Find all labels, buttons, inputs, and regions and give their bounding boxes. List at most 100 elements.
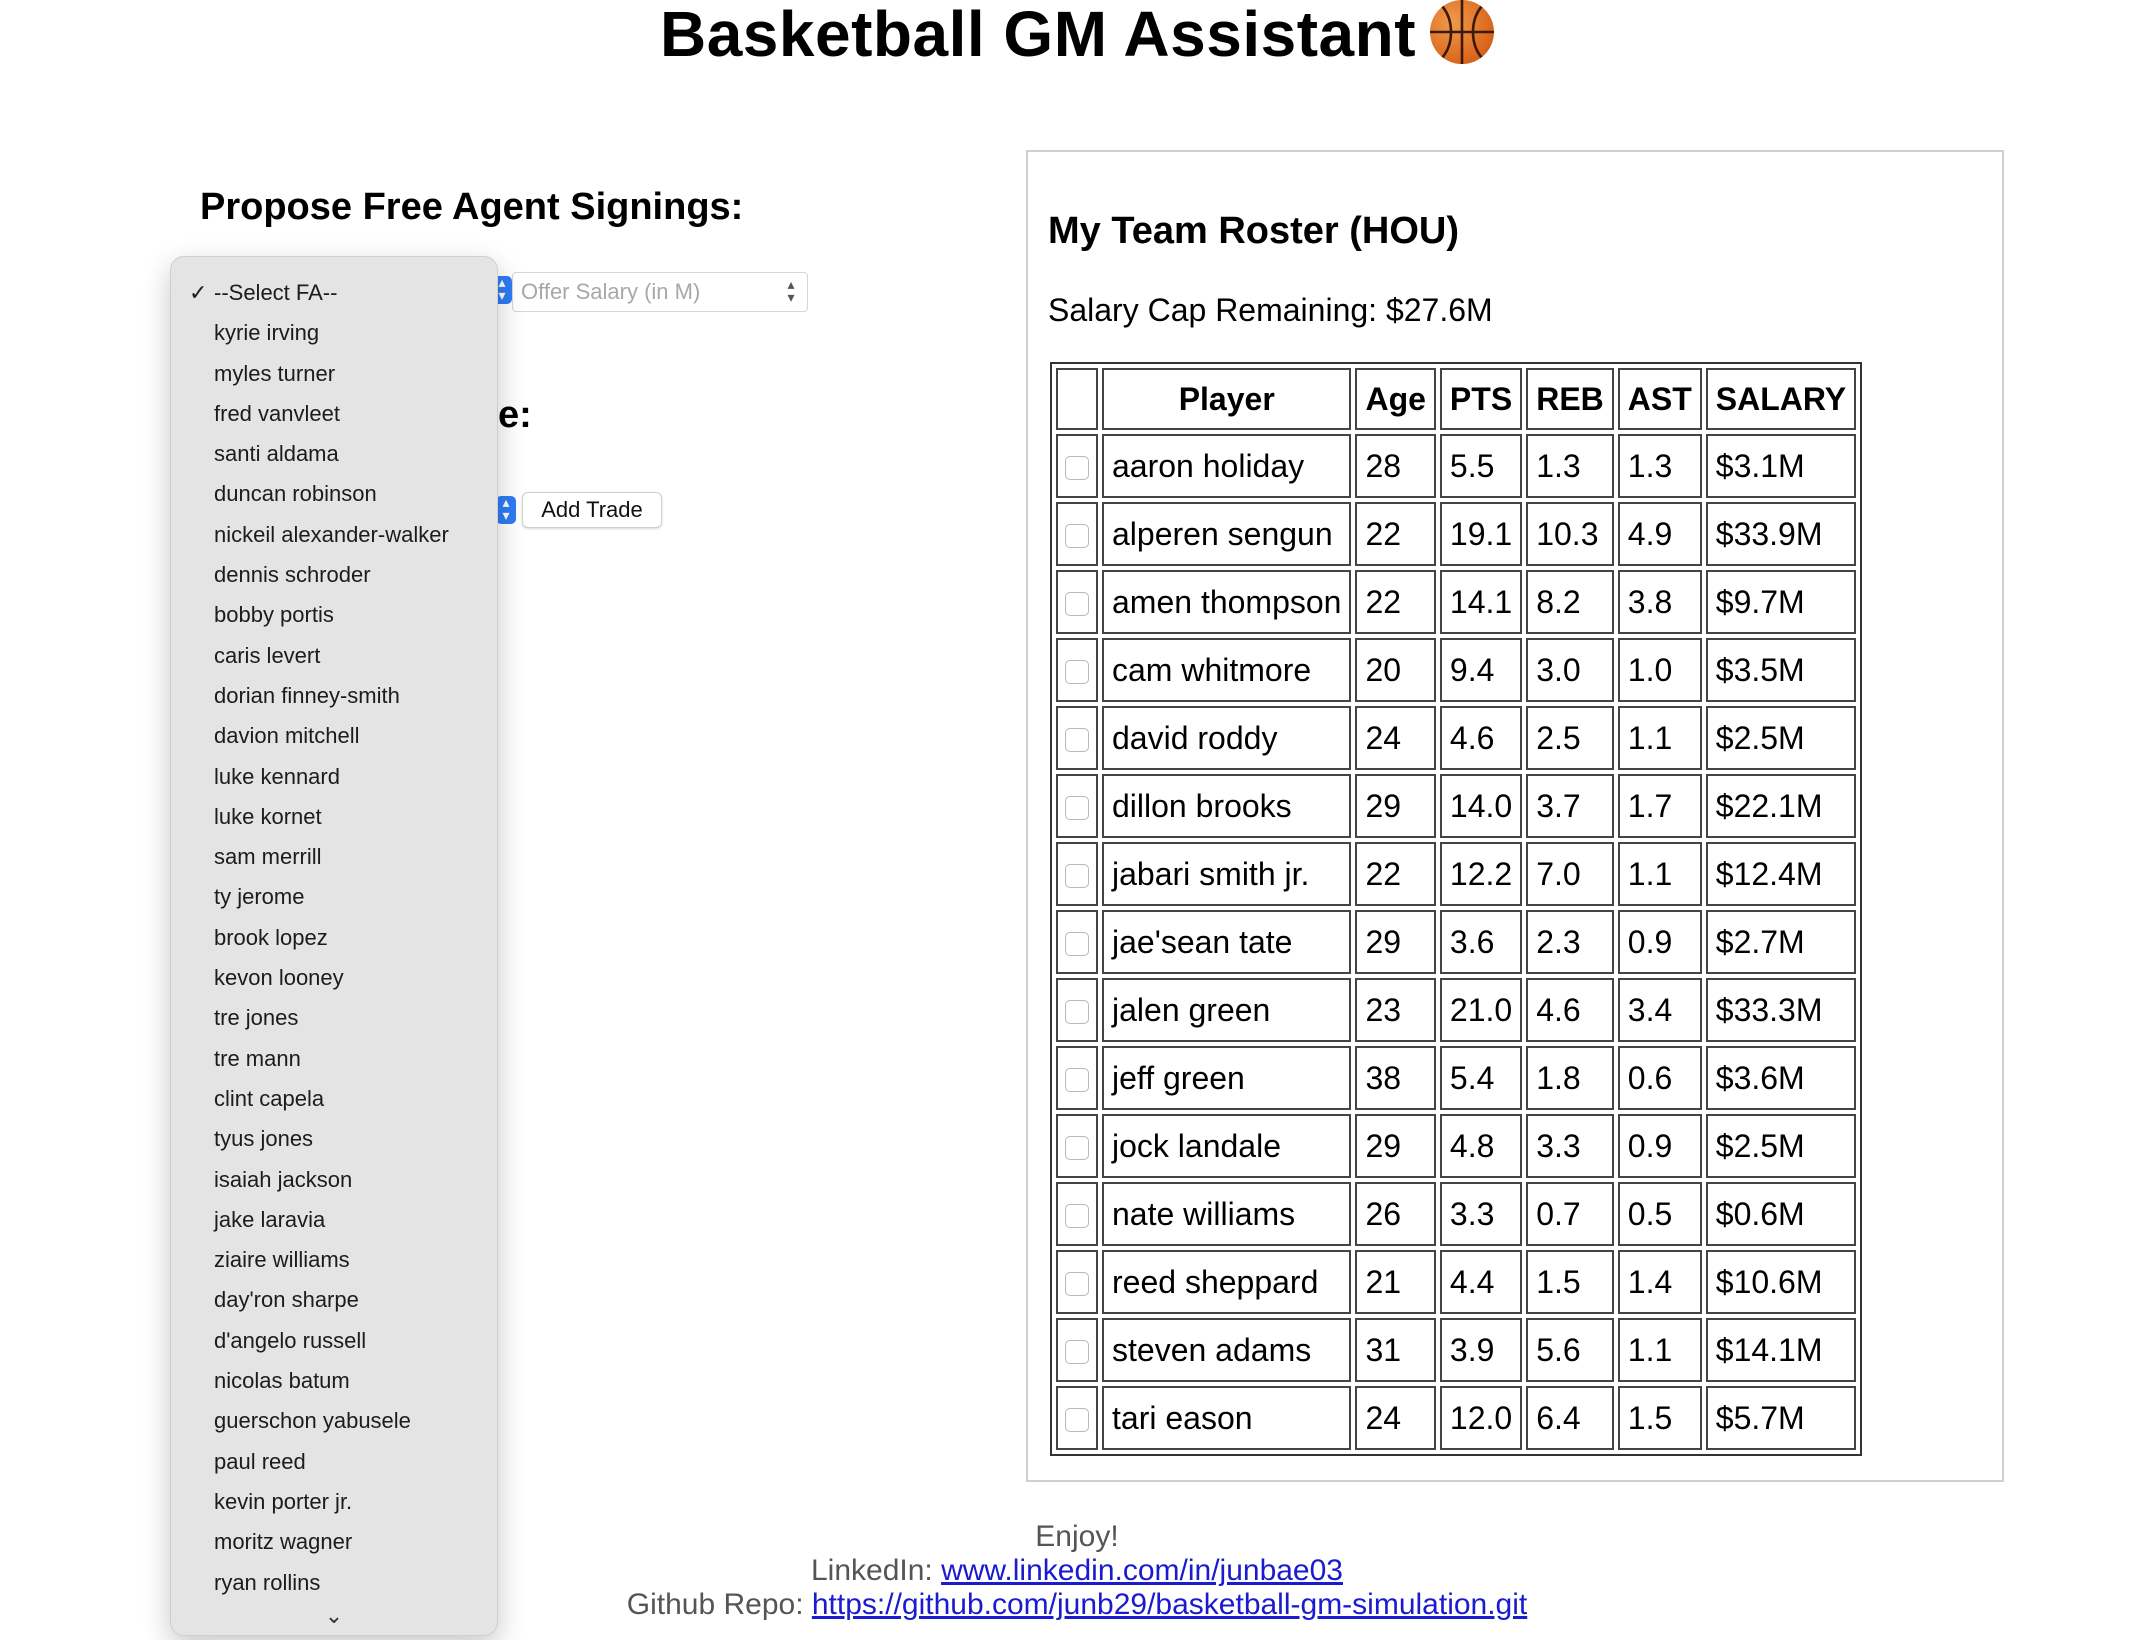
fa-option[interactable]: nickeil alexander-walker (171, 515, 497, 555)
fa-option-label: dennis schroder (214, 562, 371, 588)
fa-option-label: davion mitchell (214, 723, 360, 749)
fa-option[interactable]: myles turner (171, 354, 497, 394)
basketball-icon (1430, 0, 1495, 64)
fa-option-label: caris levert (214, 642, 321, 668)
cell-age: 24 (1355, 706, 1436, 770)
player-checkbox[interactable] (1065, 1068, 1089, 1093)
cell-age: 22 (1355, 502, 1436, 566)
player-checkbox[interactable] (1065, 592, 1089, 617)
cell-reb: 4.6 (1526, 978, 1614, 1042)
linkedin-link[interactable]: www.linkedin.com/in/junbae03 (941, 1554, 1343, 1587)
cell-pts: 9.4 (1439, 638, 1523, 702)
player-checkbox[interactable] (1065, 864, 1089, 889)
player-checkbox[interactable] (1065, 728, 1089, 753)
fa-option-label: ty jerome (214, 884, 305, 910)
cell-ast: 3.4 (1617, 978, 1702, 1042)
free-agent-dropdown[interactable]: ✓ --Select FA-- kyrie irving myles turner fr… (170, 256, 498, 1636)
cell-salary: $14.1M (1705, 1318, 1857, 1382)
fa-option-label: myles turner (214, 360, 336, 386)
fa-option[interactable]: fred vanvleet (171, 394, 497, 434)
player-checkbox[interactable] (1065, 660, 1089, 685)
fa-option[interactable]: tre jones (171, 998, 497, 1038)
table-row: david roddy 24 4.6 2.5 1.1 $2.5M (1056, 706, 1857, 770)
roster-heading: My Team Roster (HOU) (1048, 210, 1460, 252)
fa-option[interactable]: clint capela (171, 1079, 497, 1119)
cell-player: nate williams (1102, 1182, 1352, 1246)
fa-option[interactable]: tre mann (171, 1039, 497, 1079)
fa-option[interactable]: kyrie irving (171, 313, 497, 353)
cell-reb: 7.0 (1526, 842, 1614, 906)
footer-enjoy: Enjoy! (1035, 1520, 1119, 1553)
fa-option-label: day'ron sharpe (214, 1287, 359, 1313)
player-checkbox[interactable] (1065, 1272, 1089, 1297)
fa-option[interactable]: d'angelo russell (171, 1321, 497, 1361)
cell-pts: 14.0 (1439, 774, 1523, 838)
table-row: jalen green 23 21.0 4.6 3.4 $33.3M (1056, 978, 1857, 1042)
fa-option[interactable]: santi aldama (171, 434, 497, 474)
fa-option[interactable]: duncan robinson (171, 474, 497, 514)
roster-body: aaron holiday 28 5.5 1.3 1.3 $3.1M alperen sen… (1056, 434, 1857, 1450)
player-checkbox[interactable] (1065, 1408, 1089, 1433)
cell-pts: 12.2 (1439, 842, 1523, 906)
salary-stepper-icon[interactable]: ▴ ▾ (780, 277, 802, 306)
cell-player: david roddy (1102, 706, 1352, 770)
checkmark-icon: ✓ (189, 280, 208, 305)
header-player: Player (1102, 368, 1352, 430)
fa-option[interactable]: isaiah jackson (171, 1160, 497, 1200)
fa-option[interactable]: ty jerome (171, 877, 497, 917)
row-select-cell (1056, 1046, 1098, 1110)
trade-select-chevron-icon[interactable]: ▴ ▾ (496, 495, 516, 524)
fa-option[interactable]: davion mitchell (171, 716, 497, 756)
fa-option[interactable]: dennis schroder (171, 555, 497, 595)
row-select-cell (1056, 1250, 1098, 1314)
fa-option[interactable]: jake laravia (171, 1200, 497, 1240)
fa-option-label: jake laravia (214, 1206, 326, 1232)
fa-option[interactable]: ziaire williams (171, 1240, 497, 1280)
player-checkbox[interactable] (1065, 1136, 1089, 1161)
cell-pts: 5.5 (1439, 434, 1523, 498)
fa-option[interactable]: brook lopez (171, 918, 497, 958)
github-link[interactable]: https://github.com/junb29/basketball-gm-… (812, 1588, 1527, 1621)
player-checkbox[interactable] (1065, 524, 1089, 549)
fa-option[interactable]: nicolas batum (171, 1361, 497, 1401)
linkedin-label: LinkedIn: (811, 1554, 942, 1587)
fa-option-label: luke kennard (214, 763, 340, 789)
fa-option-label: kyrie irving (214, 320, 320, 346)
cell-ast: 1.0 (1617, 638, 1702, 702)
fa-option-placeholder[interactable]: ✓ --Select FA-- (171, 273, 497, 313)
cell-salary: $22.1M (1705, 774, 1857, 838)
fa-option[interactable]: tyus jones (171, 1119, 497, 1159)
cell-salary: $9.7M (1705, 570, 1857, 634)
fa-option[interactable]: bobby portis (171, 595, 497, 635)
page-title-text: Basketball GM Assistant (659, 0, 1417, 70)
fa-option[interactable]: guerschon yabusele (171, 1401, 497, 1441)
table-row: jae'sean tate 29 3.6 2.3 0.9 $2.7M (1056, 910, 1857, 974)
fa-option[interactable]: kevin porter jr. (171, 1482, 497, 1522)
cell-age: 22 (1355, 570, 1436, 634)
table-row: alperen sengun 22 19.1 10.3 4.9 $33.9M (1056, 502, 1857, 566)
fa-option[interactable]: luke kennard (171, 757, 497, 797)
player-checkbox[interactable] (1065, 1204, 1089, 1229)
fa-option-label: paul reed (214, 1448, 306, 1474)
offer-salary-input[interactable] (512, 272, 808, 312)
cell-reb: 10.3 (1526, 502, 1614, 566)
player-checkbox[interactable] (1065, 456, 1089, 481)
add-trade-button[interactable]: Add Trade (522, 492, 662, 528)
free-agent-options: ✓ --Select FA-- kyrie irving myles turner fr… (171, 273, 497, 1603)
fa-option[interactable]: caris levert (171, 636, 497, 676)
player-checkbox[interactable] (1065, 932, 1089, 957)
player-checkbox[interactable] (1065, 796, 1089, 821)
cell-pts: 4.4 (1439, 1250, 1523, 1314)
fa-option[interactable]: kevon looney (171, 958, 497, 998)
cell-reb: 6.4 (1526, 1386, 1614, 1450)
fa-option[interactable]: luke kornet (171, 797, 497, 837)
player-checkbox[interactable] (1065, 1340, 1089, 1365)
fa-option[interactable]: day'ron sharpe (171, 1280, 497, 1320)
fa-option[interactable]: sam merrill (171, 837, 497, 877)
cell-salary: $3.5M (1705, 638, 1857, 702)
player-checkbox[interactable] (1065, 1000, 1089, 1025)
fa-option-label: guerschon yabusele (214, 1408, 411, 1434)
cell-ast: 1.3 (1617, 434, 1702, 498)
fa-option[interactable]: dorian finney-smith (171, 676, 497, 716)
fa-option[interactable]: paul reed (171, 1442, 497, 1482)
